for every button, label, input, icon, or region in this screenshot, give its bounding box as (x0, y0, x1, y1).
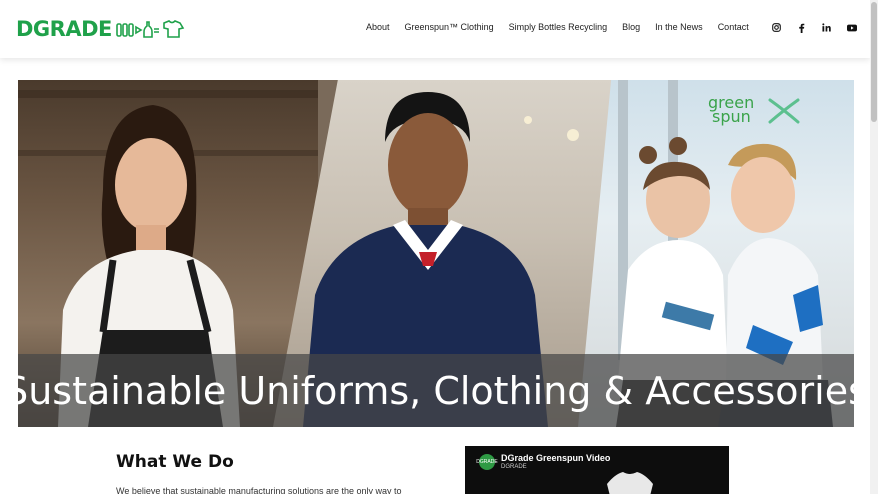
nav-in-the-news[interactable]: In the News (655, 22, 703, 32)
greenspun-x-mark-icon (766, 96, 802, 131)
youtube-video-embed[interactable]: DGRADE DGrade Greenspun Video DGRADE (465, 446, 729, 494)
video-title[interactable]: DGrade Greenspun Video (501, 453, 610, 463)
dgrade-logo[interactable]: DGRADE (16, 16, 188, 42)
nav-simply-bottles-recycling[interactable]: Simply Bottles Recycling (509, 22, 608, 32)
channel-avatar[interactable]: DGRADE (476, 454, 498, 470)
social-links (770, 21, 858, 34)
youtube-icon[interactable] (845, 21, 858, 34)
nav-greenspun-clothing[interactable]: Greenspun™ Clothing (405, 22, 494, 32)
hero-caption: Sustainable Uniforms, Clothing & Accesso… (18, 368, 854, 413)
nav-contact[interactable]: Contact (718, 22, 749, 32)
main-nav: About Greenspun™ Clothing Simply Bottles… (366, 22, 749, 32)
facebook-icon[interactable] (795, 21, 808, 34)
logo-text: DGRADE (16, 17, 112, 41)
nav-blog[interactable]: Blog (622, 22, 640, 32)
nav-about[interactable]: About (366, 22, 390, 32)
what-we-do-text: We believe that sustainable manufacturin… (116, 486, 402, 494)
instagram-icon[interactable] (770, 21, 783, 34)
hero-banner: green spun Sustainable Uniforms, Clothin… (18, 80, 854, 427)
greenspun-badge: green spun (708, 95, 754, 126)
site-header: DGRADE About Greenspun™ Clothing Simply … (0, 0, 870, 58)
page-scrollbar[interactable] (870, 0, 878, 494)
logo-bottle-to-shirt-icon (116, 18, 188, 40)
hero-caption-bar: Sustainable Uniforms, Clothing & Accesso… (18, 354, 854, 427)
what-we-do-heading: What We Do (116, 452, 234, 472)
greenspun-line-2: spun (712, 107, 751, 126)
video-channel-name: DGRADE (501, 464, 527, 470)
video-thumbnail-shirt-icon (605, 470, 655, 494)
linkedin-icon[interactable] (820, 21, 833, 34)
scrollbar-thumb[interactable] (871, 2, 877, 122)
